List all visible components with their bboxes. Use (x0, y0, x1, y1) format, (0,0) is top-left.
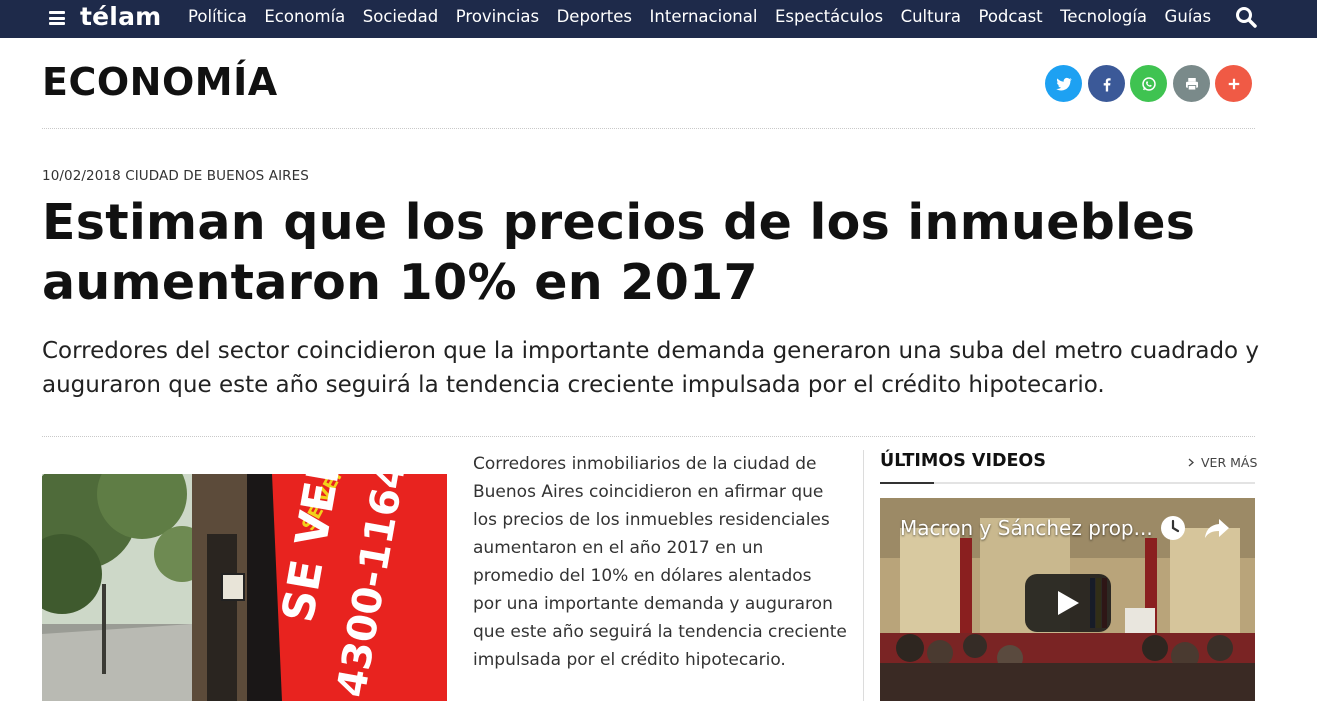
article-dateline: 10/02/2018 CIUDAD DE BUENOS AIRES (42, 168, 309, 184)
chevron-right-icon (1188, 458, 1194, 467)
article-photo-illustration: SE VENDEN SE VENDEN 4300-1164 (42, 474, 447, 701)
nav-item-provincias[interactable]: Provincias (456, 7, 539, 26)
twitter-share-button[interactable] (1045, 65, 1082, 102)
share-arrow-icon[interactable] (1204, 517, 1230, 539)
headline-line-1: Estiman que los precios de los inmuebles (42, 194, 1196, 251)
site-logo[interactable]: télam (80, 2, 161, 31)
facebook-icon (1103, 77, 1111, 91)
article-divider (42, 436, 1255, 437)
see-more-label: VER MÁS (1201, 455, 1258, 470)
nav-item-economia[interactable]: Economía (264, 7, 345, 26)
article-headline: Estiman que los precios de los inmuebles… (42, 193, 1222, 313)
videos-underline (880, 482, 1255, 484)
body-line: los precios de los inmuebles residencial… (473, 510, 830, 530)
nav-item-espectaculos[interactable]: Espectáculos (775, 7, 883, 26)
video-title[interactable]: Macron y Sánchez prop... (900, 516, 1153, 540)
see-more-link[interactable]: VER MÁS (1188, 455, 1257, 470)
whatsapp-icon (1141, 76, 1156, 91)
more-share-button[interactable] (1215, 65, 1252, 102)
nav-item-politica[interactable]: Política (188, 7, 247, 26)
videos-underline-accent (880, 482, 934, 484)
column-divider (863, 450, 864, 701)
body-line: por una importante demanda y auguraron (473, 594, 833, 614)
body-line: aumentaron en el año 2017 en un (473, 538, 764, 558)
body-line: impulsada por el crédito hipotecario. (473, 650, 786, 670)
body-line: Buenos Aires coincidieron en afirmar que (473, 482, 824, 502)
featured-video[interactable]: Macron y Sánchez prop... (880, 498, 1255, 701)
facebook-share-button[interactable] (1088, 65, 1125, 102)
nav-item-podcast[interactable]: Podcast (978, 7, 1042, 26)
play-button[interactable] (1025, 574, 1111, 632)
whatsapp-share-button[interactable] (1130, 65, 1167, 102)
headline-line-2: aumentaron 10% en 2017 (42, 254, 758, 311)
top-navbar: télam Política Economía Sociedad Provinc… (0, 0, 1317, 38)
nav-item-deportes[interactable]: Deportes (557, 7, 632, 26)
play-icon (1058, 591, 1079, 615)
nav-item-tecnologia[interactable]: Tecnología (1060, 7, 1147, 26)
plus-icon (1228, 78, 1239, 89)
nav-item-internacional[interactable]: Internacional (650, 7, 758, 26)
print-button[interactable] (1173, 65, 1210, 102)
main-nav: Política Economía Sociedad Provincias De… (188, 7, 1229, 26)
article-body: Corredores inmobiliarios de la ciudad de… (473, 450, 863, 674)
nav-item-cultura[interactable]: Cultura (901, 7, 961, 26)
article-photo[interactable]: SE VENDEN SE VENDEN 4300-1164 (42, 474, 447, 701)
section-title: ECONOMÍA (42, 60, 278, 104)
print-icon (1185, 77, 1198, 90)
article-subheadline: Corredores del sector coincidieron que l… (42, 338, 1260, 398)
body-line: Corredores inmobiliarios de la ciudad de (473, 454, 817, 474)
section-divider (42, 128, 1255, 129)
nav-item-sociedad[interactable]: Sociedad (363, 7, 438, 26)
menu-icon[interactable] (49, 11, 65, 25)
search-icon[interactable] (1234, 5, 1258, 29)
body-line: que este año seguirá la tendencia crecie… (473, 622, 847, 642)
twitter-icon (1055, 77, 1072, 90)
latest-videos-title: ÚLTIMOS VIDEOS (880, 451, 1046, 471)
watch-later-icon[interactable] (1160, 515, 1186, 541)
nav-item-guias[interactable]: Guías (1165, 7, 1212, 26)
body-line: promedio del 10% en dólares alentados (473, 566, 812, 586)
